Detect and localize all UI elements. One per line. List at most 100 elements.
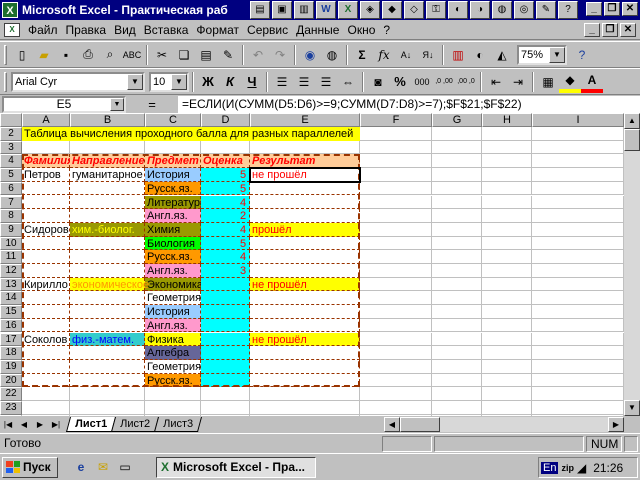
prev-sheet-icon[interactable]: ◀: [16, 417, 32, 432]
grid-cell[interactable]: [22, 140, 70, 155]
excel-app-icon[interactable]: X: [2, 2, 18, 18]
network-icon[interactable]: ◎: [514, 1, 534, 19]
map-icon[interactable]: ◐: [469, 44, 491, 66]
grid-cell[interactable]: [532, 250, 624, 264]
grid-cell[interactable]: [482, 127, 532, 141]
align-right-icon[interactable]: ☰: [315, 71, 337, 93]
cut-icon[interactable]: ✂: [151, 44, 173, 66]
name-box[interactable]: E5 ▼: [2, 95, 126, 113]
column-header-b[interactable]: B: [70, 113, 145, 127]
result-cell[interactable]: [250, 332, 360, 347]
font-size-select[interactable]: 10 ▼: [149, 71, 189, 92]
surname-cell[interactable]: [22, 373, 70, 388]
grade-cell[interactable]: [201, 222, 250, 237]
grid-cell[interactable]: [432, 291, 482, 306]
paste-icon[interactable]: ▤: [195, 44, 217, 66]
grid-cell[interactable]: [360, 305, 432, 319]
ie-icon[interactable]: e: [70, 456, 92, 478]
surname-cell[interactable]: [22, 195, 70, 210]
grid-cell[interactable]: [482, 140, 532, 155]
redo-icon[interactable]: ↷: [269, 44, 291, 66]
header-cell[interactable]: [70, 154, 145, 169]
row-header-16[interactable]: 16: [0, 318, 22, 333]
grid-cell[interactable]: [22, 401, 70, 415]
grid-cell[interactable]: [482, 264, 532, 278]
grid-cell[interactable]: [432, 209, 482, 223]
grid-cell[interactable]: [532, 318, 624, 333]
result-cell[interactable]: [250, 318, 360, 333]
grid-cell[interactable]: [482, 168, 532, 182]
notepad-icon[interactable]: ▤: [250, 1, 270, 19]
vertical-scrollbar[interactable]: ▲ ▼: [624, 113, 640, 416]
menu-view[interactable]: Вид: [110, 23, 140, 37]
paint-icon[interactable]: ✎: [536, 1, 556, 19]
grid-cell[interactable]: [201, 140, 250, 155]
grid-cell[interactable]: [432, 195, 482, 210]
direction-cell[interactable]: [70, 181, 145, 196]
result-cell[interactable]: [250, 373, 360, 388]
grid-cell[interactable]: [201, 401, 250, 415]
hyperlink-icon[interactable]: ◉: [299, 44, 321, 66]
grid-cell[interactable]: [360, 332, 432, 347]
toolbar-grip[interactable]: [4, 71, 7, 92]
autosum-icon[interactable]: Σ: [351, 44, 373, 66]
surname-cell[interactable]: [22, 277, 70, 292]
direction-cell[interactable]: [70, 195, 145, 210]
menu-insert[interactable]: Вставка: [140, 23, 193, 37]
grid-cell[interactable]: [360, 387, 432, 401]
row-header-3[interactable]: 3: [0, 140, 22, 155]
grid-cell[interactable]: [432, 127, 482, 141]
row-header-20[interactable]: 20: [0, 373, 22, 388]
surname-cell[interactable]: [22, 359, 70, 374]
surname-cell[interactable]: [22, 305, 70, 319]
column-header-d[interactable]: D: [201, 113, 250, 127]
close-icon[interactable]: ✕: [622, 2, 638, 16]
increase-decimal-button[interactable]: ,0 ,00: [433, 71, 455, 93]
grid-cell[interactable]: [22, 387, 70, 401]
grade-cell[interactable]: [201, 181, 250, 196]
decrease-decimal-button[interactable]: ,00 ,0: [455, 71, 477, 93]
grid-cell[interactable]: [360, 222, 432, 237]
copy-icon[interactable]: ❏: [173, 44, 195, 66]
grid-cell[interactable]: [532, 209, 624, 223]
desktop-icon[interactable]: ▭: [114, 456, 136, 478]
currency-icon[interactable]: ◙: [367, 71, 389, 93]
grid-cell[interactable]: [532, 127, 624, 141]
worksheet-grid[interactable]: A B C D E F G H I 2 3 4 5 6 7 8 9 10 11 12 13 14 15 16 17 18 19 20 2…: [0, 113, 624, 416]
grid-cell[interactable]: [360, 168, 432, 182]
grid-cell[interactable]: [532, 291, 624, 306]
excel-icon[interactable]: X: [338, 1, 358, 19]
grid-cell[interactable]: [482, 209, 532, 223]
surname-cell[interactable]: [22, 222, 70, 237]
sheet-tab-1[interactable]: Лист1: [65, 417, 117, 432]
grid-cell[interactable]: [482, 305, 532, 319]
grade-cell[interactable]: [201, 236, 250, 251]
menu-window[interactable]: Окно: [343, 23, 379, 37]
result-cell[interactable]: [250, 305, 360, 319]
help-icon[interactable]: ?: [558, 1, 578, 19]
grid-cell[interactable]: [482, 387, 532, 401]
function-icon[interactable]: fx: [373, 44, 395, 66]
grid-cell[interactable]: [482, 236, 532, 251]
grid-cell[interactable]: [532, 140, 624, 155]
formula-input[interactable]: =ЕСЛИ(И(СУММ(D5:D6)>=9;СУММ(D7:D8)>=7);$…: [178, 95, 640, 113]
subject-cell[interactable]: [145, 346, 201, 360]
column-header-g[interactable]: G: [432, 113, 482, 127]
row-header-12[interactable]: 12: [0, 264, 22, 278]
grid-cell[interactable]: [432, 373, 482, 388]
grid-cell[interactable]: [432, 250, 482, 264]
surname-cell[interactable]: [22, 250, 70, 264]
grid-cell[interactable]: [532, 305, 624, 319]
binder-icon[interactable]: ◇: [404, 1, 424, 19]
row-header-13[interactable]: 13: [0, 277, 22, 292]
grid-cell[interactable]: [360, 140, 432, 155]
grid-cell[interactable]: [360, 264, 432, 278]
result-cell[interactable]: [250, 168, 360, 182]
sheet-tab-3[interactable]: Лист3: [154, 417, 203, 432]
grade-cell[interactable]: [201, 209, 250, 223]
row-header-7[interactable]: 7: [0, 195, 22, 210]
grid-cell[interactable]: [360, 346, 432, 360]
select-all-corner[interactable]: [0, 113, 22, 127]
decrease-indent-icon[interactable]: ⇤: [485, 71, 507, 93]
grid-cell[interactable]: [532, 332, 624, 347]
